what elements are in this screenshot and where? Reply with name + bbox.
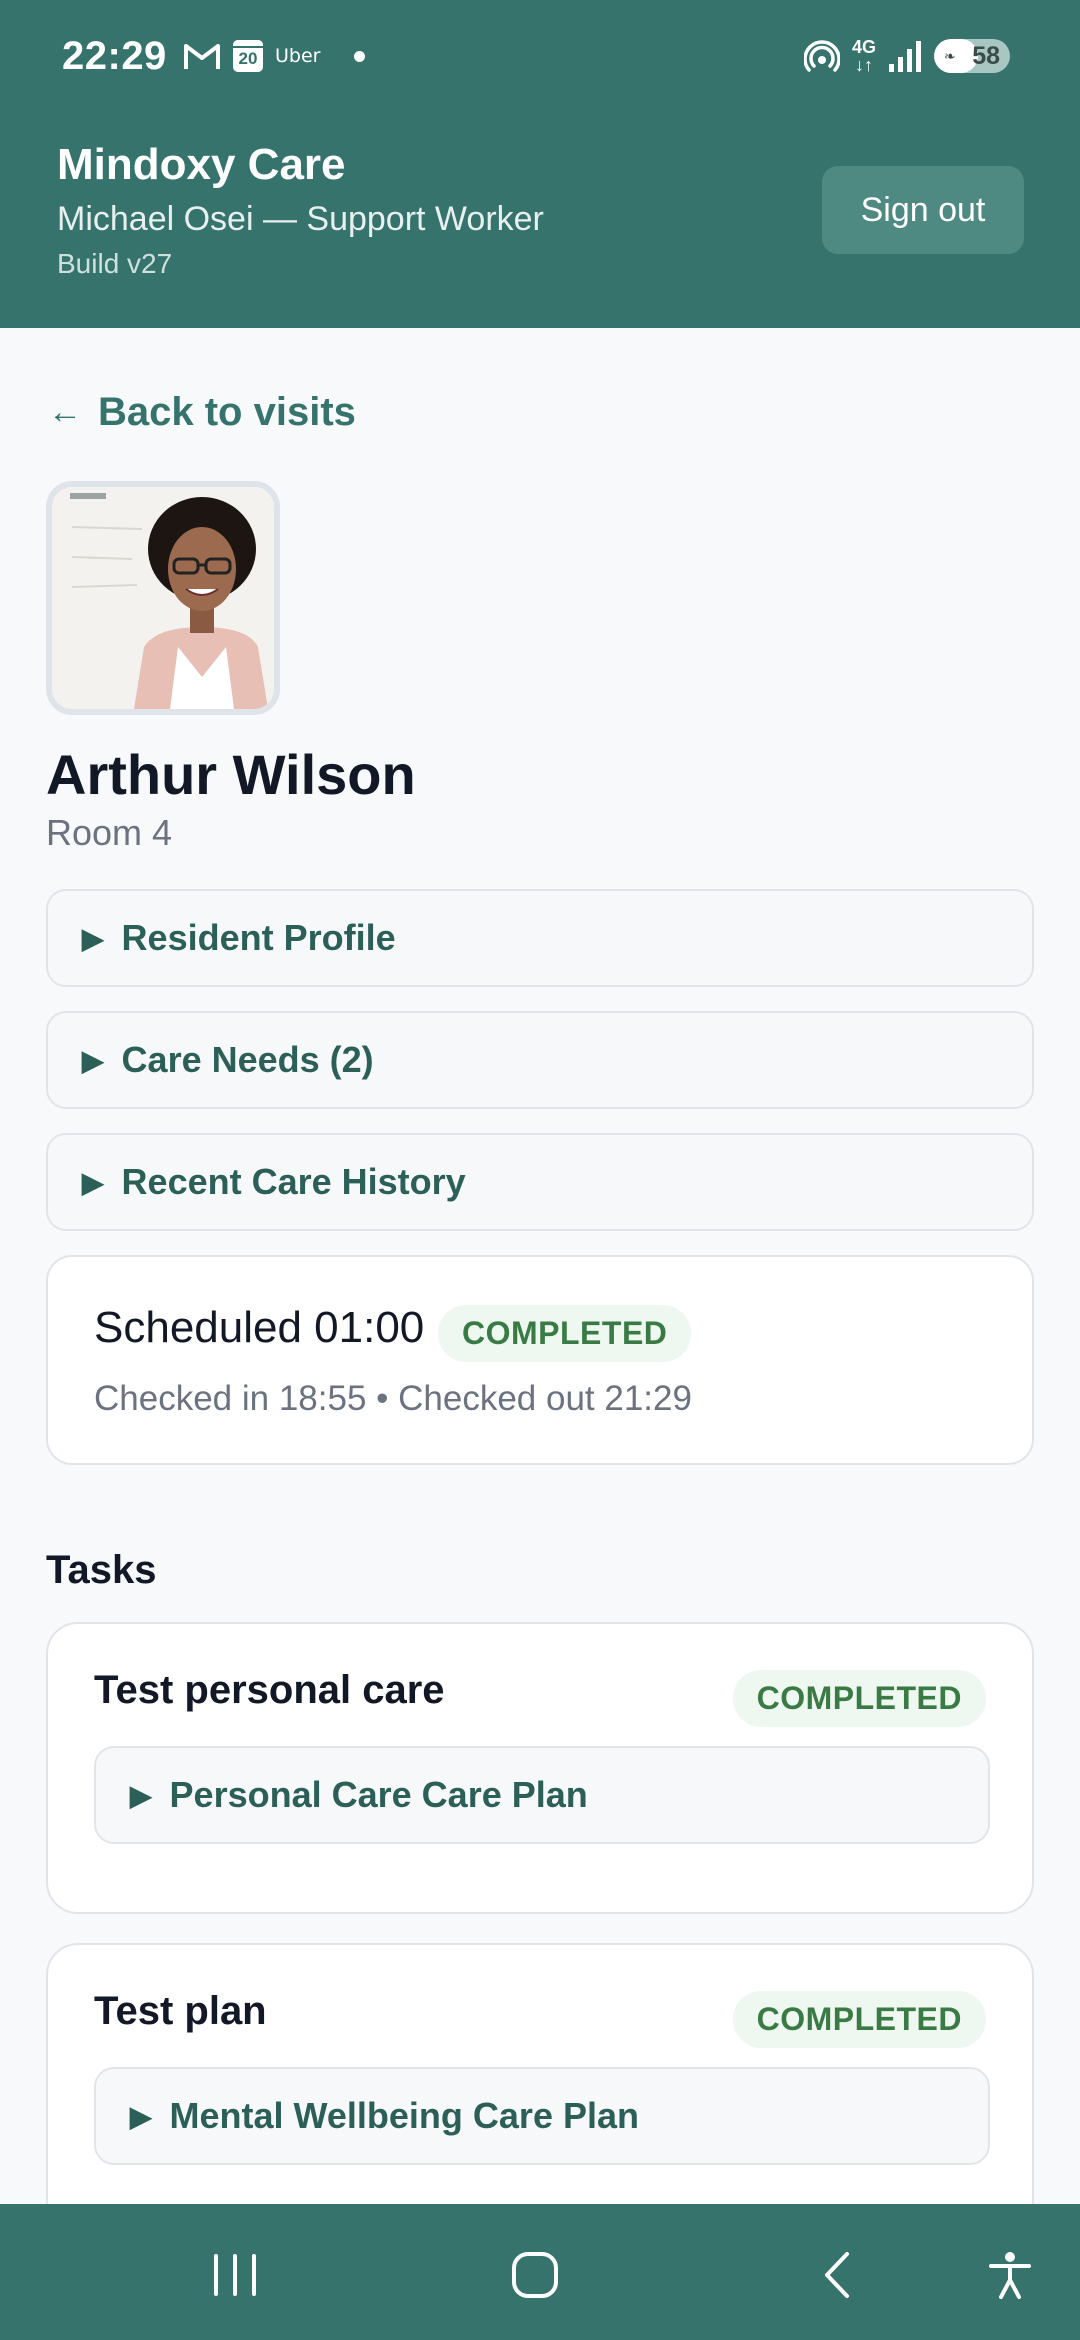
resident-photo (52, 487, 274, 709)
notification-icons: 20 Uber (183, 40, 366, 72)
section-label: Resident Profile (121, 917, 396, 958)
network-type-icon: 4G ↓↑ (851, 37, 876, 75)
back-link-label: Back to visits (98, 390, 356, 434)
app-header: Mindoxy Care Michael Osei — Support Work… (0, 118, 1080, 328)
section-label: Care Needs (2) (121, 1039, 374, 1080)
user-role: Michael Osei — Support Worker (57, 200, 544, 238)
expand-triangle-icon: ▶ (130, 1779, 152, 1811)
task-title: Test plan (94, 1989, 267, 2033)
care-plan-toggle[interactable]: ▶ Mental Wellbeing Care Plan (94, 2067, 990, 2165)
task-title: Test personal care (94, 1668, 445, 1712)
battery-icon: ❧ 58 (934, 39, 1010, 73)
visit-status-badge: COMPLETED (438, 1305, 692, 1362)
uber-icon: Uber (275, 45, 321, 67)
expand-triangle-icon: ▶ (82, 1044, 104, 1076)
recent-apps-icon[interactable] (210, 2250, 260, 2300)
system-navigation-bar (0, 2204, 1080, 2340)
check-in-out-times: Checked in 18:55 • Checked out 21:29 (94, 1379, 692, 1418)
power-saving-icon: ❧ (944, 48, 956, 64)
task-status-badge: COMPLETED (732, 1991, 986, 2048)
battery-percent: 58 (972, 42, 1000, 70)
more-notifications-dot (354, 50, 366, 62)
resident-profile-section[interactable]: ▶ Resident Profile (46, 889, 1034, 987)
signal-icon (889, 41, 921, 72)
care-plan-label: Personal Care Care Plan (169, 1774, 588, 1815)
section-label: Recent Care History (121, 1161, 466, 1202)
back-icon[interactable] (815, 2250, 865, 2300)
accessibility-icon[interactable] (985, 2250, 1035, 2300)
task-card: Test personal care COMPLETED ▶ Personal … (46, 1622, 1034, 1914)
hotspot-icon (803, 40, 840, 72)
expand-triangle-icon: ▶ (130, 2100, 152, 2132)
tasks-heading: Tasks (46, 1548, 157, 1592)
scheduled-time: Scheduled 01:00 (94, 1303, 425, 1352)
gmail-icon (184, 44, 220, 69)
resident-name: Arthur Wilson (46, 743, 416, 806)
status-bar: 22:29 20 Uber 4G ↓↑ ❧ 58 (0, 0, 1080, 118)
care-plan-label: Mental Wellbeing Care Plan (169, 2095, 639, 2136)
care-needs-section[interactable]: ▶ Care Needs (2) (46, 1011, 1034, 1109)
visit-summary-card: Scheduled 01:00 COMPLETED Checked in 18:… (46, 1255, 1034, 1465)
arrow-left-icon: ← (48, 393, 82, 431)
expand-triangle-icon: ▶ (82, 922, 104, 954)
system-icons: 4G ↓↑ ❧ 58 (803, 37, 1010, 75)
home-icon[interactable] (510, 2250, 560, 2300)
recent-care-history-section[interactable]: ▶ Recent Care History (46, 1133, 1034, 1231)
expand-triangle-icon: ▶ (82, 1166, 104, 1198)
build-version: Build v27 (57, 248, 173, 279)
task-status-badge: COMPLETED (732, 1670, 986, 1727)
resident-avatar (46, 481, 280, 715)
resident-room: Room 4 (46, 812, 173, 853)
status-time: 22:29 (62, 34, 167, 78)
back-to-visits-link[interactable]: ← Back to visits (48, 390, 356, 435)
calendar-icon: 20 (233, 40, 263, 72)
sign-out-button[interactable]: Sign out (822, 166, 1024, 254)
care-plan-toggle[interactable]: ▶ Personal Care Care Plan (94, 1746, 990, 1844)
app-title: Mindoxy Care (57, 140, 346, 189)
